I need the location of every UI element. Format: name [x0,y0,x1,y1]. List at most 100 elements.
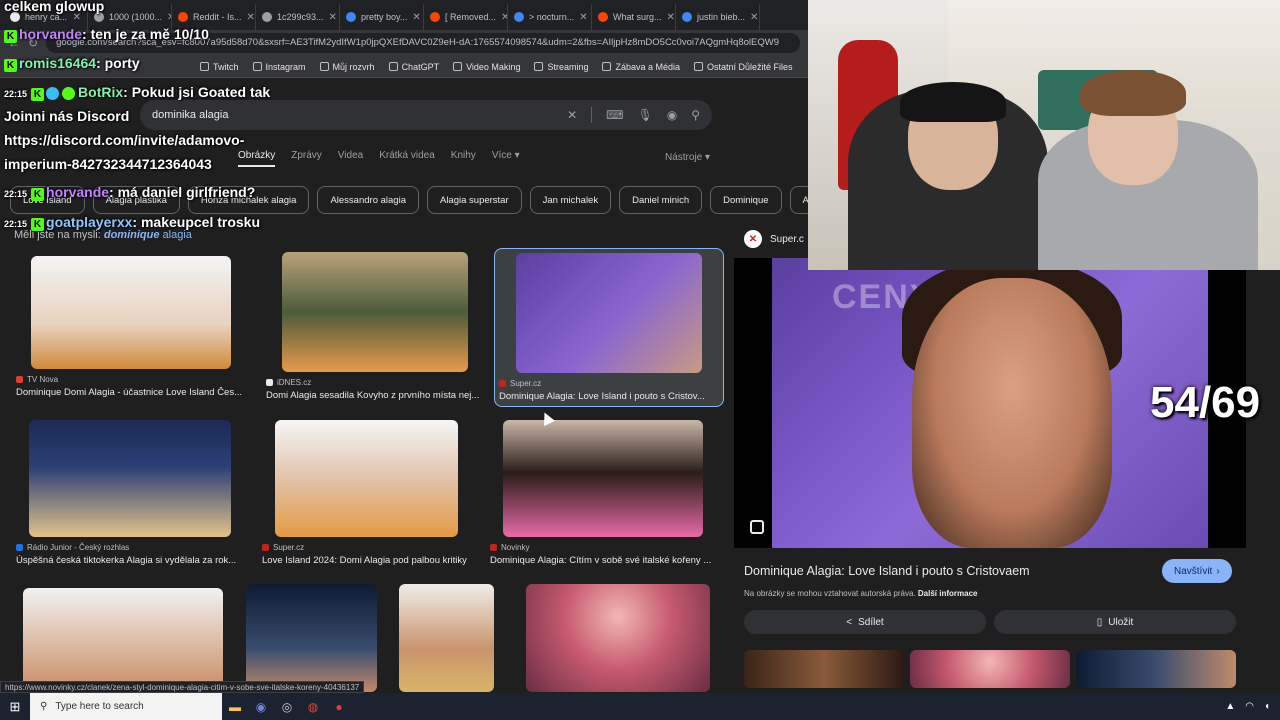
related-thumbnail[interactable] [744,650,904,688]
tab-more[interactable]: Více ▾ [492,150,520,167]
obs-icon[interactable]: ● [326,693,352,720]
clear-icon[interactable]: ✕ [567,108,577,122]
google-icon [514,12,524,22]
tray-icon[interactable]: ▲ [1225,701,1235,712]
save-label: Uložit [1108,616,1134,628]
chip[interactable]: Dominique [710,186,782,214]
share-icon: < [846,616,853,628]
image-result[interactable] [23,588,223,692]
volume-icon[interactable]: ◖ [1264,701,1270,712]
image-result[interactable] [246,584,377,692]
reddit-icon [178,12,188,22]
tools-button[interactable]: Nástroje ▾ [665,152,710,163]
browser-tab[interactable]: justin bieb... ✕ [676,4,760,30]
tab-images[interactable]: Obrázky [238,150,276,167]
result-title: Dominique Alagia: Cítím v sobě své itals… [490,555,712,566]
tab-books[interactable]: Knihy [451,150,476,167]
chip[interactable]: Daniel minich [619,186,703,214]
source-icon [499,380,506,387]
chevron-right-icon: › [1216,565,1220,577]
windows-taskbar: ⊞ ⚲ Type here to search ▬ ◉ ◎ ◍ ● ▲ ◠ ◖ [0,693,1280,720]
chip[interactable]: Alagia [789,186,808,214]
lens-search-icon[interactable] [750,520,764,534]
chip[interactable]: Jan michalek [529,186,612,214]
related-thumbnail[interactable] [1076,650,1236,688]
close-icon[interactable]: ✕ [750,12,758,23]
keyboard-icon[interactable]: ⌨ [606,108,623,122]
bookmark-label: Zábava a Média [615,61,681,72]
share-button[interactable]: < Sdílet [744,610,986,634]
browser-tab[interactable]: [ Removed... ✕ [424,4,508,30]
more-info-link[interactable]: Další informace [918,589,978,598]
bookmark-label: Instagram [265,61,306,72]
browser-tab[interactable]: > nocturn... ✕ [508,4,592,30]
close-icon[interactable]: ✕ [501,12,507,23]
chat-line: Joinni nás Discord [4,108,129,124]
result-thumbnail [246,584,377,692]
share-label: Sdílet [858,616,884,628]
close-icon[interactable]: ✕ [247,12,255,23]
tab-videos[interactable]: Videa [338,150,363,167]
related-thumbnail[interactable] [910,650,1070,688]
result-source: iDNES.cz [277,378,312,387]
close-icon[interactable]: ✕ [579,12,587,23]
visit-button[interactable]: Navštívit › [1162,559,1232,583]
browser-tab[interactable]: pretty boy... ✕ [340,4,424,30]
kick-icon: K [31,188,45,201]
close-icon[interactable]: ✕ [667,12,675,23]
bookmark-chatgpt[interactable]: ChatGPT [388,62,439,72]
browser-tab[interactable]: What surg... ✕ [592,4,676,30]
bookmark-label: Ostatní Důležité Files [707,61,793,72]
search-box[interactable]: dominika alagia ✕ ⌨ 🎙 ◉ ⚲ [140,100,712,130]
bookmark-twitch[interactable]: Twitch [200,62,239,72]
instagram-icon [252,62,262,71]
discord-icon[interactable]: ◉ [248,693,274,720]
image-result[interactable] [526,584,710,692]
close-icon[interactable]: ✕ [412,12,420,23]
bookmark-rozvrh[interactable]: Můj rozvrh [319,62,375,72]
taskbar-search[interactable]: ⚲ Type here to search [30,693,222,720]
image-result[interactable]: iDNES.cz Domi Alagia sesadila Kovyho z p… [266,252,486,401]
image-result[interactable]: Super.cz Love Island 2024: Domi Alagia p… [262,420,482,566]
steam-icon[interactable]: ◎ [274,693,300,720]
chat-username: horvande [19,26,83,42]
chip[interactable]: Alessandro alagia [317,186,419,214]
tab-label: pretty boy... [361,12,408,22]
lens-icon[interactable]: ◉ [667,108,677,122]
preview-source[interactable]: ✕ Super.c [744,230,804,248]
image-result[interactable] [399,584,494,692]
chip[interactable]: Alagia superstar [426,186,522,214]
google-icon [682,12,692,22]
save-button[interactable]: ▯ Uložit [994,610,1236,634]
tab-short-videos[interactable]: Krátká videa [379,150,435,167]
image-result-selected[interactable]: Super.cz Dominique Alagia: Love Island i… [494,248,724,407]
tab-label: What surg... [613,12,662,22]
image-result[interactable]: TV Nova Dominique Domi Alagia - účastnic… [16,256,246,398]
wifi-icon[interactable]: ◠ [1245,701,1254,712]
bookmark-streaming[interactable]: Streaming [534,62,588,72]
tab-news[interactable]: Zprávy [291,150,322,167]
chat-username: BotRix [78,84,124,100]
result-thumbnail [275,420,458,537]
file-explorer-icon[interactable]: ▬ [222,693,248,720]
bookmark-ostatni[interactable]: Ostatní Důležité Files [694,62,793,72]
image-result[interactable]: Rádio Junior - Český rozhlas Úspěšná čes… [16,420,246,566]
taskbar-search-placeholder: Type here to search [55,701,144,712]
windows-start-icon[interactable]: ⊞ [0,699,30,715]
webcam-hair-left [900,82,1006,122]
image-result[interactable]: Novinky Dominique Alagia: Cítím v sobě s… [490,420,718,566]
kick-icon: K [4,59,17,72]
chat-line: https://discord.com/invite/adamovo- [4,132,244,148]
bookmark-zabava[interactable]: Zábava a Média [602,62,680,72]
browser-tab[interactable]: 1c299c93... ✕ [256,4,340,30]
bookmark-video-making[interactable]: Video Making [453,62,520,72]
chat-message: Joinni nás Discord [4,108,130,124]
search-input[interactable]: dominika alagia [152,109,567,121]
chrome-icon[interactable]: ◍ [300,693,326,720]
webcam-feed [808,0,1280,270]
search-icon[interactable]: ⚲ [691,108,700,122]
close-icon[interactable]: ✕ [329,12,337,23]
microphone-icon[interactable]: 🎙 [637,108,652,122]
search-icon: ⚲ [40,701,48,712]
bookmark-instagram[interactable]: Instagram [252,61,306,72]
